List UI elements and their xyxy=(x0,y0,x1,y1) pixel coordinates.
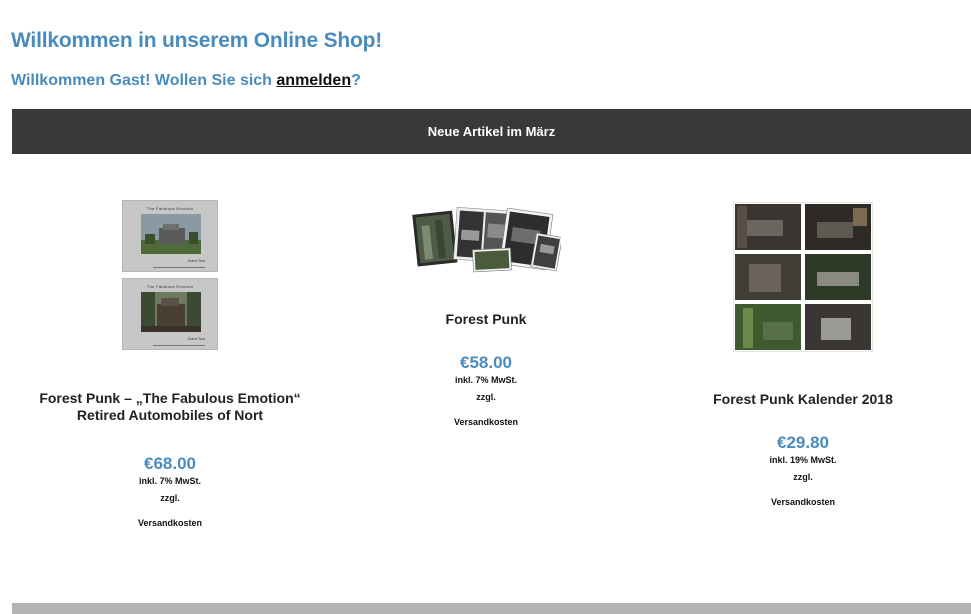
product-image-book-covers[interactable]: The Fabulous Emotion Grand Tour The Fabu… xyxy=(20,200,320,350)
product-title[interactable]: Forest Punk xyxy=(386,311,586,328)
book-cover-heading: The Fabulous Emotion xyxy=(146,206,194,211)
product-tax: inkl. 7% MwSt. xyxy=(454,375,517,385)
truck-photo-image xyxy=(141,292,201,332)
product-plus: zzgl. xyxy=(160,493,180,503)
shipping-link[interactable]: Versandkosten xyxy=(20,518,320,528)
book-cover-line xyxy=(153,267,205,268)
car-photo-image xyxy=(141,214,201,254)
book-cover-line xyxy=(153,345,205,346)
footer-bar xyxy=(12,603,971,614)
product-image-calendar-grid[interactable] xyxy=(733,202,873,352)
product-tax: inkl. 7% MwSt. xyxy=(138,476,201,486)
shipping-link[interactable]: Versandkosten xyxy=(653,497,953,507)
new-items-bar: Neue Artikel im März xyxy=(12,109,971,154)
new-items-label: Neue Artikel im März xyxy=(427,124,556,139)
product-price: €68.00 xyxy=(144,454,196,473)
product-card: The Fabulous Emotion Grand Tour The Fabu… xyxy=(20,200,320,528)
book-cover-image: The Fabulous Emotion Grand Tour xyxy=(122,200,218,272)
product-price: €29.80 xyxy=(777,433,829,452)
product-price: €58.00 xyxy=(460,353,512,372)
page-title: Willkommen in unserem Online Shop! xyxy=(11,29,383,52)
product-card: Forest Punk Kalender 2018 €29.80 inkl. 1… xyxy=(653,202,953,507)
product-card: Forest Punk €58.00 inkl. 7% MwSt. zzgl. … xyxy=(386,205,586,427)
product-plus: zzgl. xyxy=(476,392,496,402)
product-image-photo-collage[interactable] xyxy=(411,205,561,273)
book-cover-footer: Grand Tour xyxy=(187,337,205,341)
product-title[interactable]: Forest Punk Kalender 2018 xyxy=(653,391,953,408)
product-title: Retired Automobiles of Nort xyxy=(76,407,264,423)
book-cover-image: The Fabulous Emotion Grand Tour xyxy=(122,278,218,350)
welcome-suffix: ? xyxy=(351,72,361,89)
product-title-link[interactable]: Forest Punk – „The Fabulous Emotion“ Ret… xyxy=(20,390,320,424)
book-cover-footer: Grand Tour xyxy=(187,259,205,263)
shipping-link[interactable]: Versandkosten xyxy=(386,417,586,427)
product-tax: inkl. 19% MwSt. xyxy=(769,455,837,465)
product-plus: zzgl. xyxy=(793,472,813,482)
login-link[interactable]: anmelden xyxy=(276,72,351,89)
book-cover-heading: The Fabulous Emotion xyxy=(146,284,194,289)
welcome-message: Willkommen Gast! Wollen Sie sich anmelde… xyxy=(11,72,361,90)
welcome-prefix: Willkommen Gast! Wollen Sie sich xyxy=(11,72,277,89)
product-title: Forest Punk – „The Fabulous Emotion“ xyxy=(39,390,301,406)
